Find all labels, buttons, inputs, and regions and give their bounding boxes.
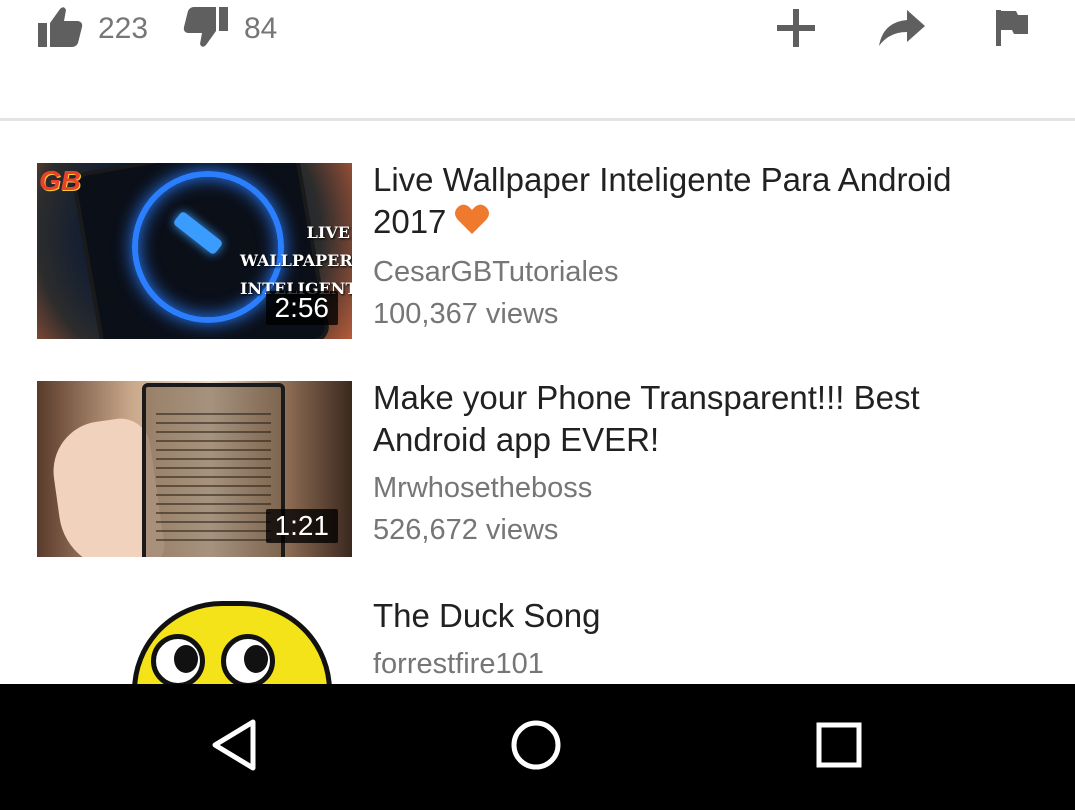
flag-icon bbox=[994, 8, 1030, 53]
channel-name: CesarGBTutoriales bbox=[373, 256, 619, 289]
video-thumbnail[interactable]: 1:21 bbox=[37, 381, 352, 557]
video-action-bar: 223 84 bbox=[0, 0, 1075, 118]
channel-logo: GB bbox=[39, 165, 81, 196]
thumbs-up-icon bbox=[36, 5, 84, 54]
back-icon bbox=[209, 718, 259, 777]
recent-apps-icon bbox=[814, 720, 864, 775]
video-info: Make your Phone Transparent!!! Best Andr… bbox=[373, 379, 1033, 547]
video-thumbnail[interactable]: GB LIVE WALLPAPER INTELIGENTE 2:56 bbox=[37, 163, 352, 339]
dislike-count: 84 bbox=[244, 12, 278, 45]
home-button[interactable] bbox=[476, 684, 596, 810]
video-duration: 1:21 bbox=[265, 509, 338, 543]
home-icon bbox=[509, 718, 563, 777]
share-icon bbox=[877, 8, 927, 53]
thumbs-down-icon bbox=[182, 5, 230, 54]
flag-button[interactable] bbox=[986, 4, 1038, 56]
dislike-button[interactable]: 84 bbox=[182, 6, 277, 52]
back-button[interactable] bbox=[174, 684, 294, 810]
video-title[interactable]: Make your Phone Transparent!!! Best Andr… bbox=[373, 377, 1033, 461]
video-item-2[interactable]: 1:21 Make your Phone Transparent!!! Best… bbox=[0, 379, 1075, 557]
recent-apps-button[interactable] bbox=[779, 684, 899, 810]
view-count: 526,672 views bbox=[373, 514, 559, 546]
video-title[interactable]: The Duck Song bbox=[373, 595, 1033, 637]
video-info: The Duck Song forrestfire101 bbox=[373, 597, 1033, 681]
like-button[interactable]: 223 bbox=[36, 6, 148, 52]
video-item-1[interactable]: GB LIVE WALLPAPER INTELIGENTE 2:56 Live … bbox=[0, 161, 1075, 339]
video-title[interactable]: Live Wallpaper Inteligente Para Android … bbox=[373, 159, 1033, 245]
view-count: 100,367 views bbox=[373, 298, 559, 331]
video-duration: 2:56 bbox=[265, 291, 338, 325]
heart-icon bbox=[454, 203, 490, 245]
transparent-phone-graphic bbox=[142, 383, 285, 557]
channel-name: forrestfire101 bbox=[373, 648, 544, 680]
share-button[interactable] bbox=[876, 4, 928, 56]
add-to-playlist-icon bbox=[775, 7, 817, 54]
divider bbox=[0, 118, 1075, 121]
video-info: Live Wallpaper Inteligente Para Android … bbox=[373, 161, 1033, 331]
like-count: 223 bbox=[98, 12, 149, 45]
add-to-playlist-button[interactable] bbox=[770, 4, 822, 56]
navigation-bar bbox=[0, 684, 1075, 810]
channel-name: Mrwhosetheboss bbox=[373, 472, 593, 504]
